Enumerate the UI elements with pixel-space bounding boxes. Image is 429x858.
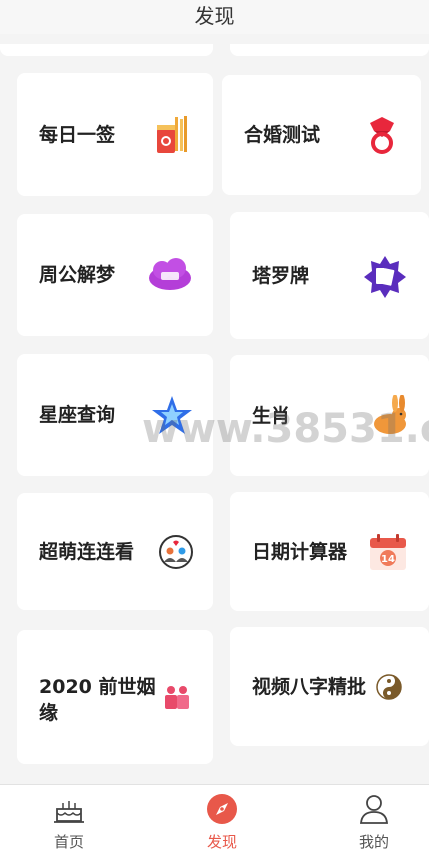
grid-item-label: 合婚测试 <box>244 124 321 146</box>
user-icon <box>360 795 388 824</box>
watermark: www.38531.cn <box>142 406 429 452</box>
yin-yang-icon <box>376 674 402 700</box>
ring-icon <box>370 117 394 154</box>
grid-item-label: 塔罗牌 <box>252 264 310 287</box>
tab-label: 发现 <box>206 833 237 851</box>
bottom-tab-bar: 首页 发现 我的 <box>0 784 429 858</box>
grid-item-match-game[interactable]: 超萌连连看 <box>17 493 213 610</box>
tab-home[interactable]: 首页 <box>19 785 119 858</box>
page-header: 发现 <box>0 0 429 34</box>
grid-item-daily-sign[interactable]: 每日一签 <box>17 73 213 196</box>
grid-item-label: 日期计算器 <box>252 540 348 563</box>
grid-item-date-calculator[interactable]: 日期计算器 14 <box>230 492 429 611</box>
card-stub-right <box>230 44 429 56</box>
grid-item-past-life-marriage[interactable]: 2020 前世姻缘 <box>17 630 213 764</box>
couple-figures-icon <box>165 686 189 709</box>
grid-item-bazi-video[interactable]: 视频八字精批 <box>230 627 429 746</box>
calendar-day-text: 14 <box>381 554 395 565</box>
card-stub-left <box>0 44 213 56</box>
grid-item-label: 周公解梦 <box>39 264 116 286</box>
grid-item-label: 星座查询 <box>39 404 116 426</box>
dream-cloud-icon <box>149 258 191 290</box>
grid-item-label: 每日一签 <box>39 123 116 146</box>
compass-icon <box>207 794 237 824</box>
fortune-sticks-icon <box>157 116 187 153</box>
grid-item-label: 视频八字精批 <box>252 675 367 698</box>
grid-item-marriage-test[interactable]: 合婚测试 <box>222 75 421 195</box>
tab-discover[interactable]: 发现 <box>172 785 272 858</box>
tab-mine[interactable]: 我的 <box>324 785 424 858</box>
grid-item-label: 2020 前世姻缘 <box>39 676 156 724</box>
couple-match-icon <box>159 535 193 569</box>
grid-item-dream[interactable]: 周公解梦 <box>17 214 213 336</box>
tab-label: 我的 <box>358 833 389 851</box>
cake-icon <box>54 801 84 823</box>
grid-item-tarot[interactable]: 塔罗牌 <box>230 212 429 339</box>
tarot-card-icon <box>364 256 406 298</box>
grid-item-label: 超萌连连看 <box>39 540 135 563</box>
calendar-icon: 14 <box>370 534 406 570</box>
tab-label: 首页 <box>53 833 84 851</box>
page-title: 发现 <box>194 4 235 28</box>
